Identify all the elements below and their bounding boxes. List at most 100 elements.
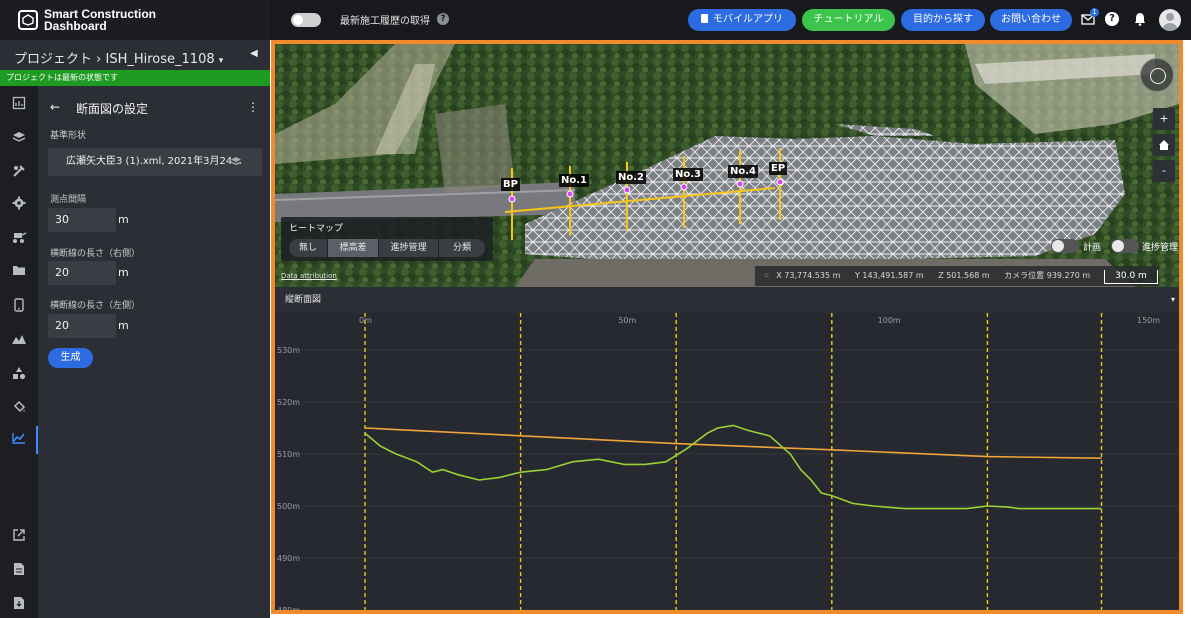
mobile-app-button[interactable]: モバイルアプリ — [688, 9, 796, 31]
back-arrow-icon[interactable]: ← — [50, 100, 60, 114]
station-label: No.1 — [559, 174, 589, 187]
panel-title: 断面図の設定 — [76, 102, 149, 116]
zoom-in-button[interactable]: + — [1153, 108, 1175, 130]
project-name[interactable]: ISH_Hirose_1108 — [106, 52, 215, 67]
help-glyph: ? — [1105, 12, 1119, 26]
machine-icon[interactable] — [11, 230, 27, 246]
profile-header[interactable]: 縦断面図 ▾ — [275, 287, 1179, 313]
profile-chart[interactable]: 530m520m510m500m490m480m0m50m100m150m — [275, 313, 1179, 614]
y-tick-label: 480m — [277, 606, 300, 614]
ground-line — [364, 424, 1102, 510]
paint-bucket-icon[interactable] — [11, 400, 27, 416]
logo-icon — [18, 10, 38, 30]
heatmap-option-none[interactable]: 無し — [289, 239, 327, 257]
x-tick-label: 150m — [1137, 316, 1160, 325]
interval-label: 測点間隔 — [50, 195, 87, 205]
compass-icon[interactable] — [1140, 58, 1174, 92]
x-tick-label: 100m — [878, 316, 901, 325]
project-breadcrumb[interactable]: プロジェクト › ISH_Hirose_1108 ▾ — [14, 48, 223, 67]
profile-section: 縦断面図 ▾ 530m520m510m500m490m480m0m50m100m… — [275, 287, 1179, 614]
profile-chart-icon[interactable] — [11, 432, 27, 448]
profile-collapse-icon[interactable]: ▾ — [1171, 287, 1175, 313]
shapes-icon[interactable] — [11, 366, 27, 382]
document-icon[interactable] — [11, 562, 27, 578]
station-label: BP — [501, 178, 520, 191]
notification-badge: 1 — [1090, 8, 1099, 17]
terrain-icon[interactable] — [11, 332, 27, 348]
left-length-label: 横断線の長さ（左側） — [50, 301, 141, 311]
camera-height: カメラ位置 939.270 m — [1004, 271, 1091, 280]
logo[interactable]: Smart Construction Dashboard — [0, 0, 270, 40]
left-length-unit: m — [118, 319, 129, 332]
breadcrumb-separator: › — [96, 52, 102, 67]
interval-input[interactable]: 30 — [48, 208, 116, 232]
station-label: No.4 — [728, 165, 758, 178]
station-label: No.2 — [616, 171, 646, 184]
breadcrumb-project[interactable]: プロジェクト — [14, 52, 92, 67]
folder-icon[interactable] — [11, 264, 27, 280]
right-length-input[interactable]: 20 — [48, 261, 116, 285]
coord-x: X 73,774.535 m — [776, 271, 841, 280]
heatmap-title: ヒートマップ — [289, 224, 344, 234]
bell-icon[interactable] — [1132, 11, 1148, 27]
generate-button[interactable]: 生成 — [48, 348, 93, 368]
scale-bar: 30.0 m — [1104, 270, 1158, 284]
project-status-bar: プロジェクトは最新の状態です — [0, 70, 270, 86]
y-tick-label: 510m — [277, 450, 300, 459]
heatmap-option-progress[interactable]: 進捗管理 — [379, 239, 438, 257]
tools-icon[interactable] — [11, 164, 27, 180]
dashboard-icon[interactable] — [11, 96, 27, 112]
station-label: EP — [769, 162, 788, 175]
zoom-out-button[interactable]: - — [1153, 160, 1175, 182]
tutorial-button[interactable]: チュートリアル — [802, 9, 895, 31]
find-by-purpose-button[interactable]: 目的から探す — [901, 9, 985, 31]
plan-toggle[interactable] — [1051, 239, 1079, 253]
history-toggle[interactable] — [291, 13, 321, 27]
progress-toggle[interactable] — [1111, 239, 1139, 253]
logo-text: Smart Construction Dashboard — [44, 8, 156, 32]
y-tick-label: 490m — [277, 554, 300, 563]
interval-unit: m — [118, 213, 129, 226]
user-avatar[interactable] — [1159, 9, 1181, 31]
y-tick-label: 520m — [277, 398, 300, 407]
data-attribution-link[interactable]: Data attribution — [281, 272, 337, 280]
base-shape-label: 基準形状 — [50, 131, 87, 141]
coord-y: Y 143,491.587 m — [854, 271, 924, 280]
external-link-icon[interactable] — [11, 528, 27, 544]
mobile-icon — [701, 14, 708, 23]
base-shape-value: 広瀬矢大臣3 (1).xml, 2021年3月24... — [66, 156, 242, 167]
gear-icon[interactable] — [11, 196, 27, 212]
coord-z: Z 501.568 m — [938, 271, 990, 280]
history-label: 最新施工履歴の取得 — [340, 16, 430, 27]
more-options-icon[interactable]: ⋮ — [247, 100, 259, 114]
heatmap-option-classification[interactable]: 分類 — [439, 239, 485, 257]
device-icon[interactable] — [11, 298, 27, 314]
coordinates-bar: ⁘ X 73,774.535 m Y 143,491.587 m Z 501.5… — [755, 266, 1159, 286]
history-help-icon[interactable]: ? — [437, 13, 449, 25]
base-shape-select[interactable]: 広瀬矢大臣3 (1).xml, 2021年3月24... — [48, 148, 262, 176]
progress-toggle-label: 進捗管理 — [1142, 243, 1179, 253]
download-doc-icon[interactable] — [11, 596, 27, 612]
y-tick-label: 530m — [277, 346, 300, 355]
layers-small-icon — [230, 148, 242, 176]
collapse-panel-icon[interactable]: ◀ — [250, 48, 258, 59]
plan-toggle-label: 計画 — [1083, 243, 1102, 253]
heatmap-panel: ヒートマップ 無し 標高差 進捗管理 分類 — [281, 217, 493, 261]
profile-title: 縦断面図 — [285, 295, 322, 305]
crosshair-icon: ⁘ — [763, 271, 770, 280]
x-tick-label: 50m — [618, 316, 636, 325]
left-length-input[interactable]: 20 — [48, 314, 116, 338]
aerial-map[interactable]: BP No.1 No.2 No.3 No.4 EP + - ヒートマップ 無し … — [275, 44, 1179, 287]
y-tick-label: 500m — [277, 502, 300, 511]
heatmap-option-elevation[interactable]: 標高差 — [328, 239, 378, 257]
layers-icon[interactable] — [11, 130, 27, 146]
viewer: BP No.1 No.2 No.3 No.4 EP + - ヒートマップ 無し … — [271, 40, 1183, 614]
project-dropdown-icon[interactable]: ▾ — [219, 56, 224, 66]
right-length-label: 横断線の長さ（右側） — [50, 249, 141, 259]
right-length-unit: m — [118, 266, 129, 279]
mobile-app-label: モバイルアプリ — [713, 14, 783, 25]
contact-button[interactable]: お問い合わせ — [990, 9, 1072, 31]
station-label: No.3 — [673, 168, 703, 181]
help-icon[interactable]: ? — [1104, 11, 1120, 27]
home-view-icon[interactable] — [1153, 134, 1175, 156]
